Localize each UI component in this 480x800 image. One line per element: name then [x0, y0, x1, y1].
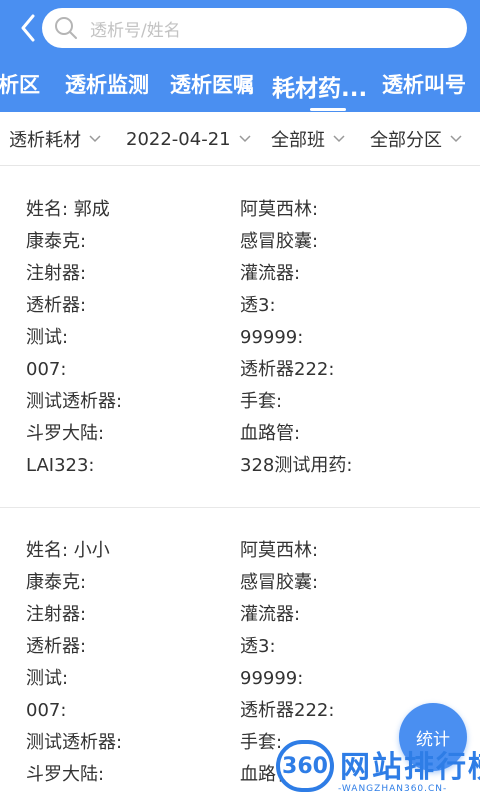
tab-consumables-drugs[interactable]: 耗材药... [272, 74, 367, 104]
item-label: 007: [26, 700, 67, 721]
card-divider [0, 507, 480, 508]
item-label: 007: [26, 359, 67, 380]
back-button[interactable] [14, 12, 42, 44]
item-label: 透3: [240, 295, 276, 316]
filter-date-dropdown[interactable]: 2022-04-21 [126, 126, 251, 152]
top-header: 透析号/姓名 析区 透析监测 透析医嘱 耗材药... 透析叫号 [0, 0, 480, 112]
item-label: 透3: [240, 636, 276, 657]
item-label: 328测试用药: [240, 455, 353, 476]
item-label: 测试透析器: [26, 732, 123, 753]
item-label: 注射器: [26, 263, 87, 284]
filter-bar: 透析耗材 2022-04-21 全部班 全部分区 [0, 112, 480, 166]
tab-dialysis-area[interactable]: 析区 [0, 70, 40, 100]
search-icon [54, 16, 78, 40]
tab-dialysis-monitoring[interactable]: 透析监测 [65, 70, 149, 100]
item-label: 测试透析器: [26, 391, 123, 412]
item-label: 注射器: [26, 604, 87, 625]
item-label: LAI323: [26, 455, 95, 476]
item-label: 感冒胶囊: [240, 572, 319, 593]
tab-dialysis-orders[interactable]: 透析医嘱 [170, 70, 254, 100]
filter-date-label: 2022-04-21 [126, 128, 231, 150]
filter-type-dropdown[interactable]: 透析耗材 [9, 126, 101, 152]
item-label: 灌流器: [240, 263, 301, 284]
item-label: 99999: [240, 327, 304, 348]
item-label: 透析器: [26, 295, 87, 316]
chevron-down-icon [89, 135, 101, 143]
item-label: 测试: [26, 668, 69, 689]
item-label: 感冒胶囊: [240, 231, 319, 252]
item-label: 斗罗大陆: [26, 423, 105, 444]
item-label: 99999: [240, 668, 304, 689]
item-label: 阿莫西林: [240, 540, 319, 561]
item-label: 血路管: [240, 423, 301, 444]
filter-zone-dropdown[interactable]: 全部分区 [370, 126, 462, 152]
search-placeholder: 透析号/姓名 [90, 20, 181, 41]
patient-name: 姓名: 小小 [26, 540, 110, 561]
item-label: 透析器222: [240, 700, 335, 721]
item-label: 康泰克: [26, 231, 87, 252]
filter-zone-label: 全部分区 [370, 130, 442, 151]
patient-name: 姓名: 郭成 [26, 199, 110, 220]
chevron-down-icon [239, 135, 251, 143]
item-label: 透析器222: [240, 359, 335, 380]
filter-type-label: 透析耗材 [9, 130, 81, 151]
item-label: 斗罗大陆: [26, 764, 105, 785]
tab-dialysis-calling[interactable]: 透析叫号 [382, 70, 466, 100]
item-label: 测试: [26, 327, 69, 348]
chevron-left-icon [21, 14, 35, 42]
item-label: 手套: [240, 391, 283, 412]
watermark-logo: 360 [276, 740, 334, 792]
watermark-title: 网站排行榜 [340, 750, 480, 785]
filter-shift-dropdown[interactable]: 全部班 [271, 126, 345, 152]
item-label: 康泰克: [26, 572, 87, 593]
chevron-down-icon [450, 135, 462, 143]
watermark: 360 网站排行榜 -WANGZHAN360.CN- [268, 738, 480, 800]
filter-shift-label: 全部班 [271, 130, 325, 151]
active-tab-indicator [310, 108, 346, 111]
tab-bar: 析区 透析监测 透析医嘱 耗材药... 透析叫号 [0, 62, 480, 112]
item-label: 透析器: [26, 636, 87, 657]
watermark-subtitle: -WANGZHAN360.CN- [338, 784, 448, 794]
search-input[interactable]: 透析号/姓名 [42, 8, 467, 48]
item-label: 阿莫西林: [240, 199, 319, 220]
item-label: 灌流器: [240, 604, 301, 625]
chevron-down-icon [333, 135, 345, 143]
